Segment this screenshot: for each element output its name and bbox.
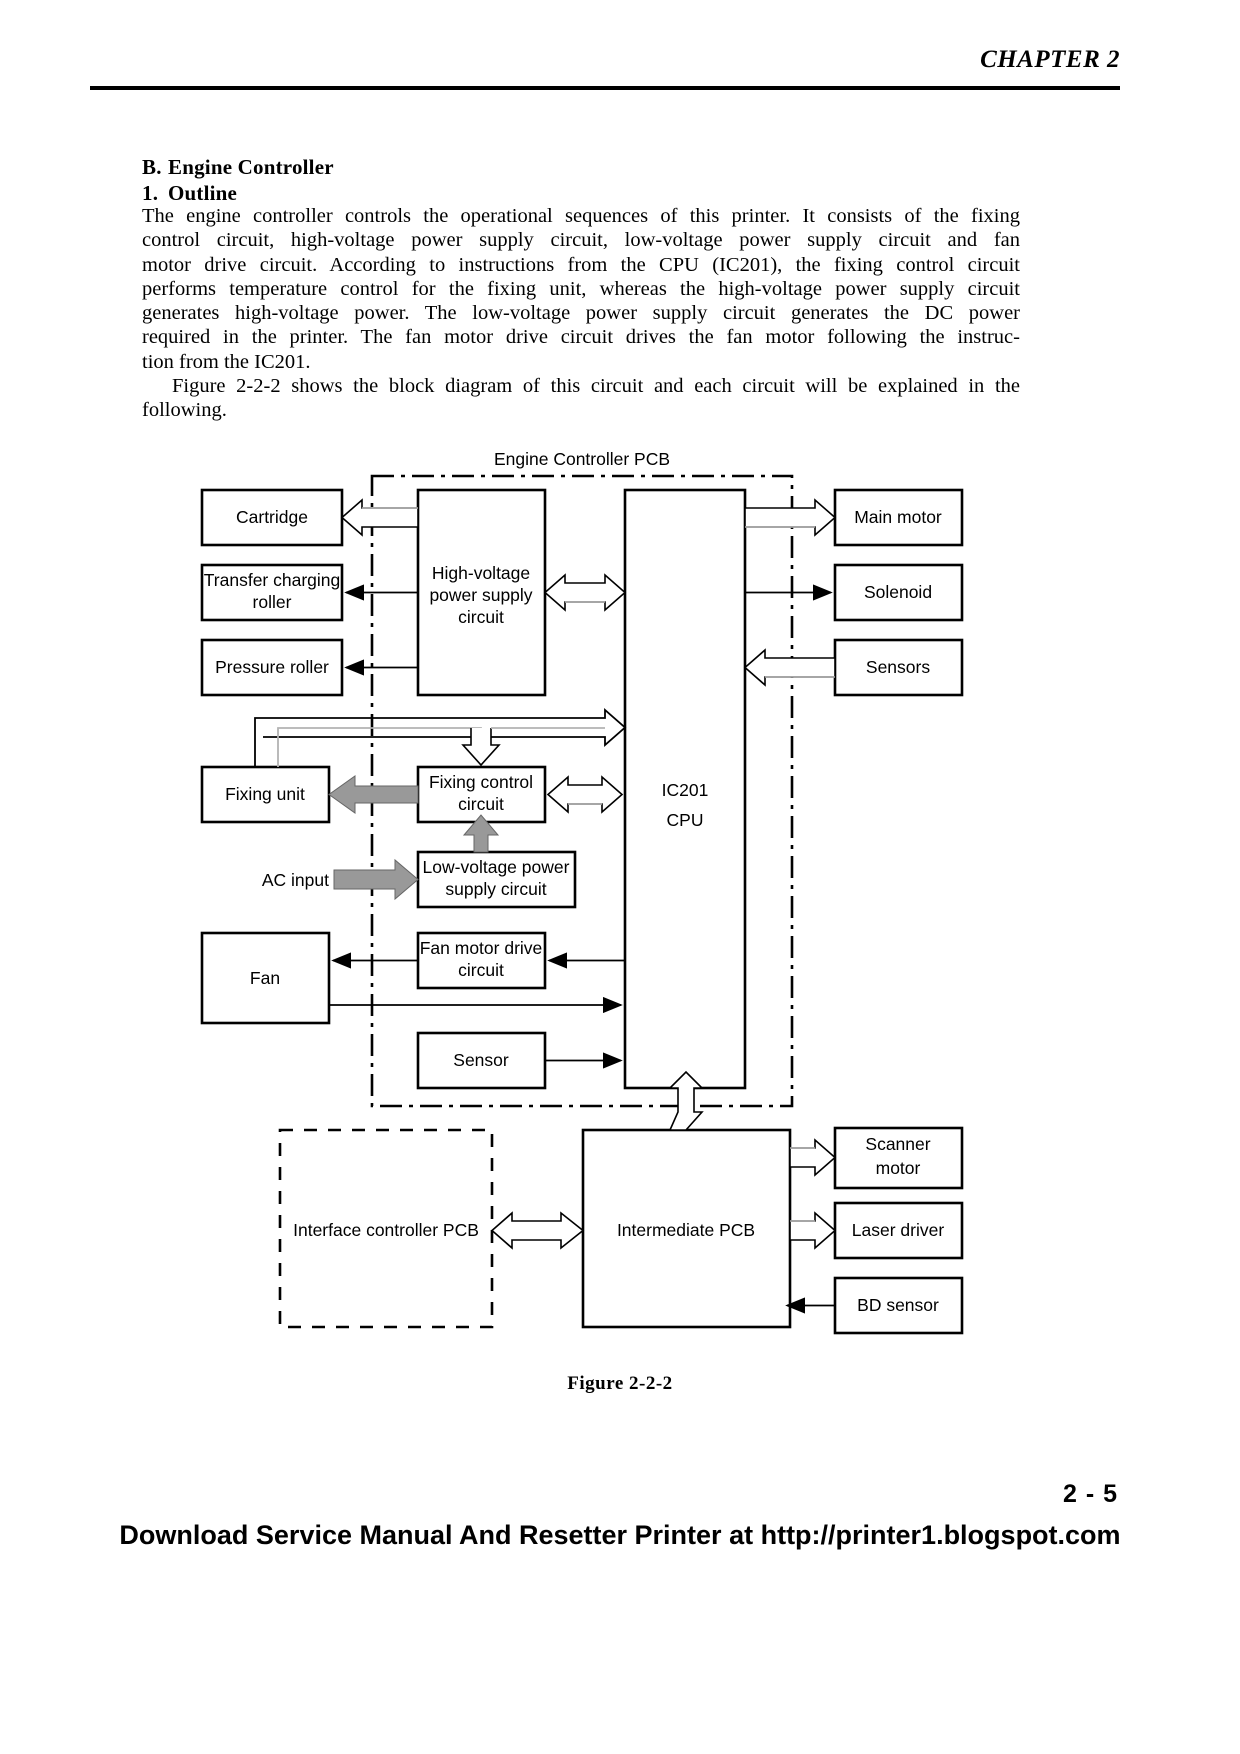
figure-caption: Figure 2-2-2	[567, 1373, 673, 1394]
chapter-header: CHAPTER 2	[980, 46, 1120, 73]
label-solenoid: Solenoid	[864, 582, 932, 602]
label-fan-motor-drive-2: circuit	[458, 960, 504, 980]
label-fixing-control-2: circuit	[458, 794, 504, 814]
paragraph1-line-1: The engine controller controls the opera…	[142, 205, 1020, 227]
label-fan: Fan	[250, 968, 280, 988]
label-laser-driver: Laser driver	[852, 1220, 945, 1240]
label-scanner-motor-2: motor	[876, 1158, 921, 1178]
arrow-ac-input-power	[333, 858, 419, 901]
arrow-cpu-to-main-motor	[744, 498, 837, 537]
arrow-hv-to-cpu	[543, 573, 627, 612]
bus-branch-to-fixing-control	[461, 728, 501, 767]
arrow-intermediate-to-scanner-motor	[789, 1138, 837, 1177]
paragraph1-line-6: required in the printer. The fan motor d…	[142, 326, 1020, 349]
label-cpu: CPU	[667, 810, 704, 830]
header-divider-rule	[90, 86, 1120, 90]
label-bd-sensor: BD sensor	[857, 1295, 939, 1315]
label-fixing-unit: Fixing unit	[225, 784, 305, 804]
section-heading-b: B. Engine Controller	[142, 155, 334, 180]
subsection-number: 1.	[142, 181, 159, 205]
paragraph1-line-2: control circuit, high-voltage power supp…	[142, 229, 1020, 252]
subsection-heading-outline: 1. Outline	[142, 181, 237, 206]
label-pressure-roller: Pressure roller	[215, 657, 329, 677]
label-main-motor: Main motor	[854, 507, 942, 527]
label-ic201: IC201	[662, 780, 709, 800]
label-interface-controller-pcb: Interface controller PCB	[293, 1220, 479, 1240]
block-diagram-figure: Engine Controller PCB Cartridge Transfer…	[0, 440, 1240, 1400]
arrow-hv-to-cartridge	[340, 498, 419, 537]
arrow-interface-to-intermediate	[490, 1211, 585, 1250]
label-low-voltage-1: Low-voltage power	[423, 857, 570, 877]
footer-banner: Download Service Manual And Resetter Pri…	[119, 1520, 1121, 1550]
bus-fixing-unit-to-cpu-inner	[277, 727, 482, 767]
section-letter: B.	[142, 155, 162, 179]
section-title: Engine Controller	[168, 155, 334, 179]
arrow-fixing-control-to-fixing-unit-power	[328, 775, 419, 814]
paragraph1-line-3: motor drive circuit. According to instru…	[142, 253, 1020, 276]
label-low-voltage-2: supply circuit	[445, 879, 546, 899]
label-scanner-motor-1: Scanner	[865, 1134, 930, 1154]
subsection-title: Outline	[168, 181, 238, 205]
paragraph1-line-5: generates high-voltage power. The low-vo…	[142, 302, 1020, 325]
page-number: 2 - 5	[1062, 1480, 1118, 1508]
paragraph1-line-7: tion from the IC201.	[142, 350, 311, 373]
label-cartridge: Cartridge	[236, 507, 308, 527]
bus-fixing-unit-to-cpu-outer	[254, 708, 627, 767]
body-text: The engine controller controls the opera…	[142, 204, 1020, 423]
arrow-intermediate-to-laser-driver	[789, 1211, 837, 1250]
label-sensors: Sensors	[866, 657, 930, 677]
arrow-sensors-to-cpu	[743, 648, 836, 687]
paragraph2-line-1: Figure 2-2-2 shows the block diagram of …	[172, 375, 1020, 398]
label-high-voltage-3: circuit	[458, 607, 504, 627]
label-transfer-charging-roller-2: roller	[253, 592, 292, 612]
paragraph2-line-2: following.	[142, 399, 227, 422]
label-fan-motor-drive-1: Fan motor drive	[420, 938, 543, 958]
label-sensor: Sensor	[453, 1050, 509, 1070]
label-ac-input: AC input	[262, 870, 329, 890]
arrow-fixing-control-to-cpu	[546, 775, 624, 814]
label-fixing-control-1: Fixing control	[429, 772, 533, 792]
paragraph1-line-4: performs temperature control for the fix…	[142, 277, 1020, 300]
label-transfer-charging-roller-1: Transfer charging	[204, 570, 341, 590]
label-engine-controller-pcb: Engine Controller PCB	[494, 449, 670, 469]
label-high-voltage-1: High-voltage	[432, 563, 530, 583]
label-intermediate-pcb: Intermediate PCB	[617, 1220, 755, 1240]
label-high-voltage-2: power supply	[429, 585, 532, 605]
